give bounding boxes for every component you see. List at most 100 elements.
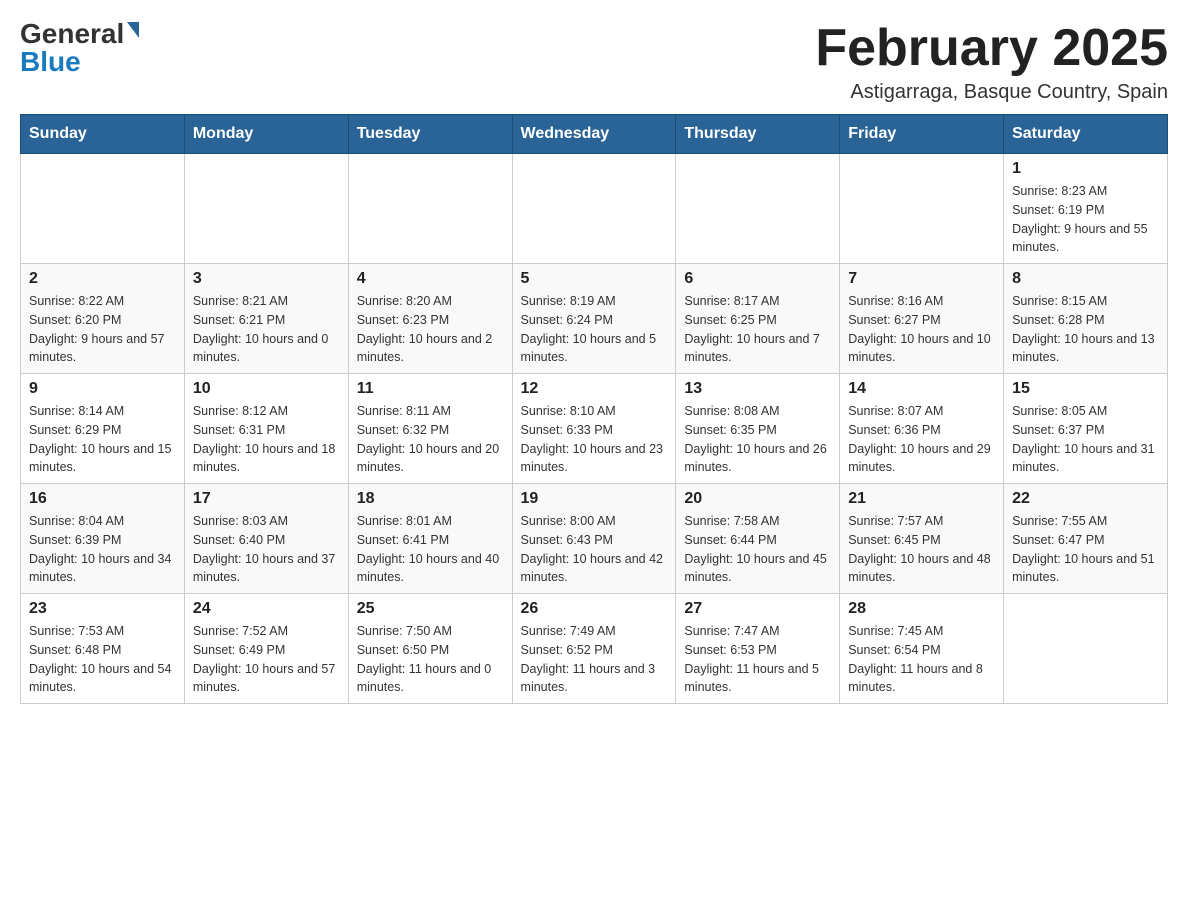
day-number: 2	[29, 270, 176, 288]
calendar-week-row: 23 Sunrise: 7:53 AMSunset: 6:48 PMDayligh…	[21, 594, 1168, 704]
table-row: 6Sunrise: 8:17 AMSunset: 6:25 PMDaylight…	[676, 264, 840, 374]
day-info: Sunrise: 8:04 AMSunset: 6:39 PMDaylight:…	[29, 512, 176, 587]
day-info: Sunrise: 7:49 AMSunset: 6:52 PMDaylight:…	[521, 622, 668, 697]
day-info: Sunrise: 7:50 AMSunset: 6:50 PMDaylight:…	[357, 622, 504, 697]
day-info: Sunrise: 7:55 AMSunset: 6:47 PMDaylight:…	[1012, 512, 1159, 587]
table-row: 1 Sunrise: 8:23 AMSunset: 6:19 PMDaylight…	[1004, 154, 1168, 264]
table-row	[512, 154, 676, 264]
day-info: Sunrise: 8:22 AMSunset: 6:20 PMDaylight:…	[29, 292, 176, 367]
table-row: 14 Sunrise: 8:07 AMSunset: 6:36 PMDayligh…	[840, 374, 1004, 484]
col-thursday: Thursday	[676, 115, 840, 154]
day-info: Sunrise: 8:11 AMSunset: 6:32 PMDaylight:…	[357, 402, 504, 477]
table-row: 22 Sunrise: 7:55 AMSunset: 6:47 PMDayligh…	[1004, 484, 1168, 594]
day-number: 22	[1012, 490, 1159, 508]
header-row: Sunday Monday Tuesday Wednesday Thursday…	[21, 115, 1168, 154]
table-row: 12 Sunrise: 8:10 AMSunset: 6:33 PMDayligh…	[512, 374, 676, 484]
day-info: Sunrise: 8:00 AMSunset: 6:43 PMDaylight:…	[521, 512, 668, 587]
day-number: 18	[357, 490, 504, 508]
col-sunday: Sunday	[21, 115, 185, 154]
table-row: 27 Sunrise: 7:47 AMSunset: 6:53 PMDayligh…	[676, 594, 840, 704]
calendar-week-row: 16 Sunrise: 8:04 AMSunset: 6:39 PMDayligh…	[21, 484, 1168, 594]
day-info: Sunrise: 8:03 AMSunset: 6:40 PMDaylight:…	[193, 512, 340, 587]
logo-blue: Blue	[20, 46, 81, 77]
day-number: 1	[1012, 160, 1159, 178]
day-number: 28	[848, 600, 995, 618]
day-info: Sunrise: 8:21 AMSunset: 6:21 PMDaylight:…	[193, 292, 340, 367]
calendar-week-row: 2 Sunrise: 8:22 AMSunset: 6:20 PMDaylight…	[21, 264, 1168, 374]
title-section: February 2025 Astigarraga, Basque Countr…	[815, 20, 1168, 104]
col-monday: Monday	[184, 115, 348, 154]
table-row: 2 Sunrise: 8:22 AMSunset: 6:20 PMDaylight…	[21, 264, 185, 374]
day-info: Sunrise: 8:15 AMSunset: 6:28 PMDaylight:…	[1012, 292, 1159, 367]
table-row: 13Sunrise: 8:08 AMSunset: 6:35 PMDayligh…	[676, 374, 840, 484]
page-header: General Blue February 2025 Astigarraga, …	[20, 20, 1168, 104]
day-info: Sunrise: 7:45 AMSunset: 6:54 PMDaylight:…	[848, 622, 995, 697]
table-row: 26 Sunrise: 7:49 AMSunset: 6:52 PMDayligh…	[512, 594, 676, 704]
calendar-table: Sunday Monday Tuesday Wednesday Thursday…	[20, 114, 1168, 704]
day-number: 23	[29, 600, 176, 618]
day-number: 21	[848, 490, 995, 508]
day-number: 24	[193, 600, 340, 618]
table-row: 17Sunrise: 8:03 AMSunset: 6:40 PMDayligh…	[184, 484, 348, 594]
calendar-week-row: 1 Sunrise: 8:23 AMSunset: 6:19 PMDaylight…	[21, 154, 1168, 264]
table-row: 20 Sunrise: 7:58 AMSunset: 6:44 PMDayligh…	[676, 484, 840, 594]
table-row: 5 Sunrise: 8:19 AMSunset: 6:24 PMDaylight…	[512, 264, 676, 374]
day-number: 12	[521, 380, 668, 398]
table-row: 10 Sunrise: 8:12 AMSunset: 6:31 PMDayligh…	[184, 374, 348, 484]
table-row: 4Sunrise: 8:20 AMSunset: 6:23 PMDaylight…	[348, 264, 512, 374]
table-row: 9 Sunrise: 8:14 AMSunset: 6:29 PMDaylight…	[21, 374, 185, 484]
table-row: 7 Sunrise: 8:16 AMSunset: 6:27 PMDaylight…	[840, 264, 1004, 374]
table-row: 3 Sunrise: 8:21 AMSunset: 6:21 PMDaylight…	[184, 264, 348, 374]
table-row: 24 Sunrise: 7:52 AMSunset: 6:49 PMDayligh…	[184, 594, 348, 704]
day-info: Sunrise: 8:12 AMSunset: 6:31 PMDaylight:…	[193, 402, 340, 477]
day-info: Sunrise: 8:10 AMSunset: 6:33 PMDaylight:…	[521, 402, 668, 477]
day-number: 14	[848, 380, 995, 398]
table-row: 18 Sunrise: 8:01 AMSunset: 6:41 PMDayligh…	[348, 484, 512, 594]
location-title: Astigarraga, Basque Country, Spain	[815, 81, 1168, 104]
day-info: Sunrise: 7:57 AMSunset: 6:45 PMDaylight:…	[848, 512, 995, 587]
day-info: Sunrise: 8:20 AMSunset: 6:23 PMDaylight:…	[357, 292, 504, 367]
col-tuesday: Tuesday	[348, 115, 512, 154]
day-info: Sunrise: 7:53 AMSunset: 6:48 PMDaylight:…	[29, 622, 176, 697]
day-info: Sunrise: 7:52 AMSunset: 6:49 PMDaylight:…	[193, 622, 340, 697]
table-row: 25 Sunrise: 7:50 AMSunset: 6:50 PMDayligh…	[348, 594, 512, 704]
day-info: Sunrise: 8:16 AMSunset: 6:27 PMDaylight:…	[848, 292, 995, 367]
day-number: 9	[29, 380, 176, 398]
calendar-week-row: 9 Sunrise: 8:14 AMSunset: 6:29 PMDaylight…	[21, 374, 1168, 484]
day-number: 10	[193, 380, 340, 398]
day-number: 26	[521, 600, 668, 618]
day-number: 8	[1012, 270, 1159, 288]
day-number: 7	[848, 270, 995, 288]
day-info: Sunrise: 8:23 AMSunset: 6:19 PMDaylight:…	[1012, 182, 1159, 257]
col-wednesday: Wednesday	[512, 115, 676, 154]
logo-general: General	[20, 20, 124, 48]
logo: General Blue	[20, 20, 139, 76]
day-info: Sunrise: 8:07 AMSunset: 6:36 PMDaylight:…	[848, 402, 995, 477]
day-number: 3	[193, 270, 340, 288]
day-number: 19	[521, 490, 668, 508]
day-info: Sunrise: 8:14 AMSunset: 6:29 PMDaylight:…	[29, 402, 176, 477]
table-row	[184, 154, 348, 264]
day-info: Sunrise: 7:47 AMSunset: 6:53 PMDaylight:…	[684, 622, 831, 697]
table-row: 16 Sunrise: 8:04 AMSunset: 6:39 PMDayligh…	[21, 484, 185, 594]
table-row	[676, 154, 840, 264]
col-friday: Friday	[840, 115, 1004, 154]
day-info: Sunrise: 7:58 AMSunset: 6:44 PMDaylight:…	[684, 512, 831, 587]
day-info: Sunrise: 8:01 AMSunset: 6:41 PMDaylight:…	[357, 512, 504, 587]
table-row	[840, 154, 1004, 264]
day-number: 16	[29, 490, 176, 508]
table-row	[348, 154, 512, 264]
table-row: 21 Sunrise: 7:57 AMSunset: 6:45 PMDayligh…	[840, 484, 1004, 594]
table-row: 15Sunrise: 8:05 AMSunset: 6:37 PMDayligh…	[1004, 374, 1168, 484]
table-row: 19 Sunrise: 8:00 AMSunset: 6:43 PMDayligh…	[512, 484, 676, 594]
table-row	[1004, 594, 1168, 704]
day-number: 25	[357, 600, 504, 618]
day-number: 27	[684, 600, 831, 618]
day-number: 15	[1012, 380, 1159, 398]
table-row	[21, 154, 185, 264]
table-row: 28 Sunrise: 7:45 AMSunset: 6:54 PMDayligh…	[840, 594, 1004, 704]
day-number: 6	[684, 270, 831, 288]
day-number: 5	[521, 270, 668, 288]
day-number: 20	[684, 490, 831, 508]
day-info: Sunrise: 8:19 AMSunset: 6:24 PMDaylight:…	[521, 292, 668, 367]
